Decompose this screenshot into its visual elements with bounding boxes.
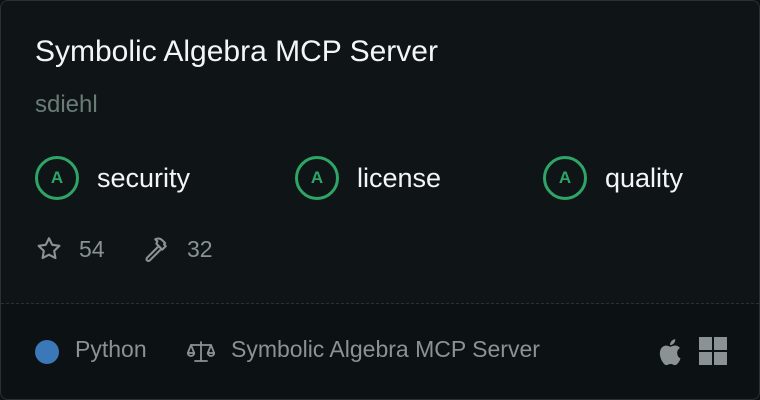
license-label: Symbolic Algebra MCP Server bbox=[231, 336, 540, 362]
windows-icon bbox=[699, 337, 727, 370]
server-owner[interactable]: sdiehl bbox=[35, 91, 98, 119]
grade-label: quality bbox=[605, 162, 684, 193]
grade-license[interactable]: A license bbox=[295, 154, 441, 202]
stars-stat: 54 bbox=[35, 233, 105, 265]
grade-label: license bbox=[357, 162, 442, 193]
grade-quality[interactable]: A quality bbox=[543, 154, 683, 202]
server-title[interactable]: Symbolic Algebra MCP Server bbox=[35, 35, 438, 69]
grade-security[interactable]: A security bbox=[35, 154, 190, 202]
stars-count: 54 bbox=[79, 235, 105, 262]
card-footer: Python Symbolic Algebra MCP Server bbox=[1, 304, 759, 399]
server-card[interactable]: Symbolic Algebra MCP Server sdiehl A sec… bbox=[0, 0, 760, 400]
language-color-dot bbox=[35, 340, 59, 364]
tools-stat: 32 bbox=[143, 233, 213, 265]
tools-count: 32 bbox=[187, 235, 213, 262]
grade-badge: A bbox=[543, 156, 587, 200]
grade-label: security bbox=[97, 162, 191, 193]
grade-badge: A bbox=[295, 156, 339, 200]
hammer-icon bbox=[143, 235, 171, 263]
language-label: Python bbox=[75, 336, 147, 362]
apple-icon bbox=[656, 338, 682, 371]
star-icon bbox=[35, 235, 63, 263]
scale-icon bbox=[186, 339, 216, 370]
card-header: Symbolic Algebra MCP Server sdiehl A sec… bbox=[1, 1, 759, 303]
grade-badge: A bbox=[35, 156, 79, 200]
